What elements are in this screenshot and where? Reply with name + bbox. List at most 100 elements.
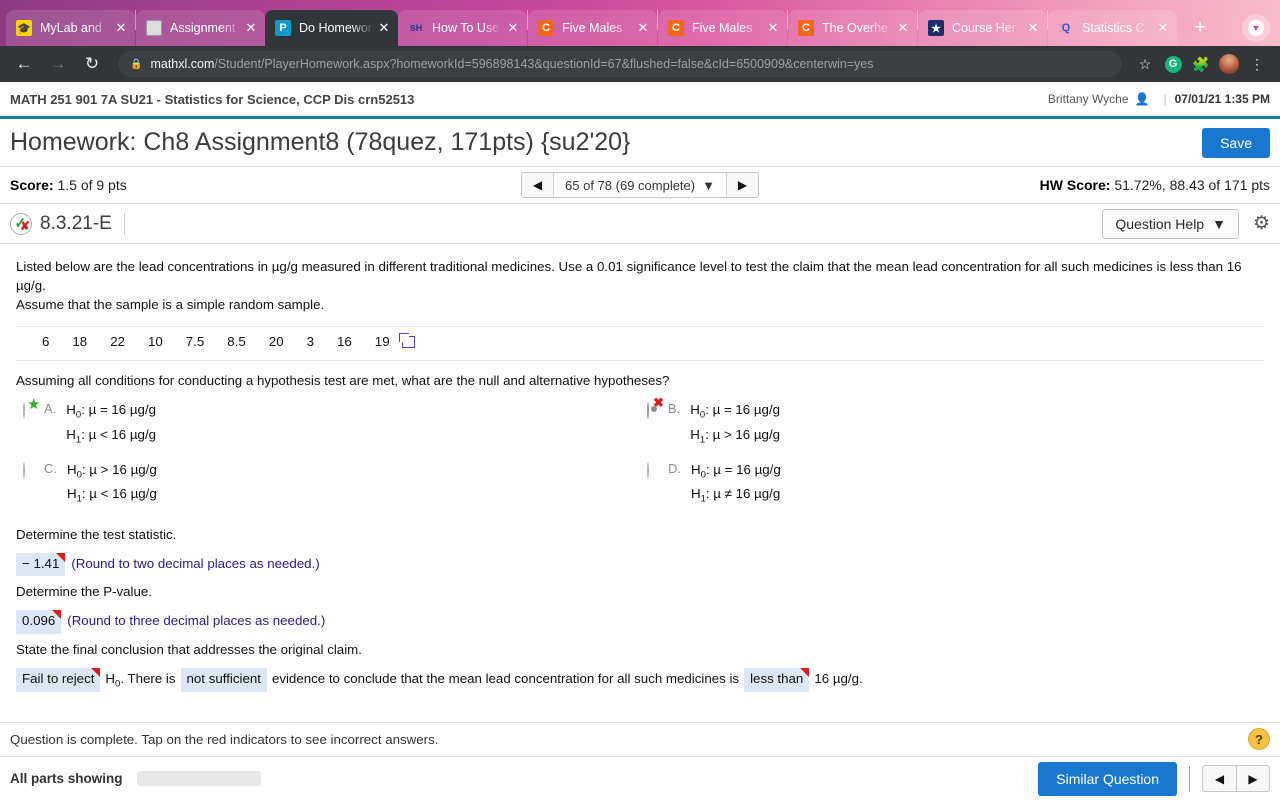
close-icon[interactable]: ✕ bbox=[635, 20, 651, 36]
previous-part-button[interactable]: ◀ bbox=[1202, 765, 1236, 792]
close-icon[interactable]: ✕ bbox=[243, 20, 259, 36]
pvalue-field[interactable]: 0.096 bbox=[16, 610, 62, 635]
data-value: 10 bbox=[148, 333, 163, 349]
pearson-p-icon: P bbox=[275, 20, 291, 36]
avatar[interactable] bbox=[1216, 51, 1242, 77]
browser-tab-mylab[interactable]: 🎓 MyLab and ✕ bbox=[6, 10, 135, 46]
help-bubble-icon[interactable]: ? bbox=[1248, 728, 1270, 750]
question-help-button[interactable]: Question Help ▼ bbox=[1102, 208, 1239, 239]
page-title: Homework: Ch8 Assignment8 (78quez, 171pt… bbox=[10, 128, 631, 156]
radio-a[interactable]: ★ bbox=[23, 397, 40, 420]
data-value: 8.5 bbox=[227, 333, 246, 349]
test-statistic-field[interactable]: − 1.41 bbox=[16, 552, 66, 577]
reload-icon[interactable]: ↻ bbox=[78, 50, 106, 78]
conclusion-label: State the final conclusion that addresse… bbox=[16, 642, 362, 658]
conclusion-blank-1[interactable]: Fail to reject bbox=[16, 668, 101, 692]
conclusion-blank-2[interactable]: not sufficient bbox=[180, 668, 267, 692]
coursehero-shield-icon: ★ bbox=[928, 20, 944, 36]
conclusion-answer-line: Fail to reject H0. There is not sufficie… bbox=[16, 668, 1264, 692]
url-host: mathxl.com bbox=[150, 57, 215, 71]
chegg-c-icon: C bbox=[668, 20, 684, 36]
homework-title-bar: Homework: Ch8 Assignment8 (78quez, 171pt… bbox=[0, 119, 1280, 167]
browser-tab-do-homework[interactable]: P Do Homework ✕ bbox=[265, 10, 398, 46]
browser-tab-how-to-use[interactable]: sH How To Use ✕ bbox=[398, 10, 527, 46]
radio-d[interactable] bbox=[647, 462, 661, 480]
null-hypothesis: H0: µ > 16 µg/g bbox=[67, 462, 157, 481]
partially-correct-icon: ✓ ✘ bbox=[10, 212, 32, 235]
close-icon[interactable]: ✕ bbox=[1025, 20, 1041, 36]
close-icon[interactable]: ✕ bbox=[1155, 20, 1171, 36]
datetime: 07/01/21 1:35 PM bbox=[1174, 92, 1270, 106]
multiple-choice-prompt: Assuming all conditions for conducting a… bbox=[16, 372, 670, 388]
close-icon[interactable]: ✕ bbox=[765, 20, 781, 36]
question-selector-dropdown[interactable]: 65 of 78 (69 complete) ▼ bbox=[553, 173, 727, 197]
tab-title: The Overhe bbox=[822, 21, 889, 35]
address-bar[interactable]: 🔒 mathxl.com/Student/PlayerHomework.aspx… bbox=[118, 51, 1122, 77]
browser-tab-course-hero[interactable]: ★ Course Her ✕ bbox=[918, 10, 1047, 46]
next-part-button[interactable]: ▶ bbox=[1236, 765, 1270, 792]
question-tools: Question Help ▼ ⚙ bbox=[1102, 208, 1270, 239]
choice-option-b[interactable]: ✖ B. H0: µ = 16 µg/g H1: µ > 16 µg/g bbox=[640, 396, 1264, 448]
tab-title: Assignment bbox=[170, 21, 236, 35]
null-hypothesis: H0: µ = 16 µg/g bbox=[690, 402, 781, 422]
choice-option-d[interactable]: D. H0: µ = 16 µg/g H1: µ ≠ 16 µg/g bbox=[640, 459, 1264, 508]
gear-icon[interactable]: ⚙ bbox=[1253, 212, 1270, 235]
data-value: 3 bbox=[306, 333, 314, 349]
choice-option-c[interactable]: C. H0: µ > 16 µg/g H1: µ < 16 µg/g bbox=[16, 459, 640, 508]
choice-letter: D. bbox=[668, 461, 681, 477]
radio-b[interactable]: ✖ bbox=[647, 396, 664, 420]
conclusion-blank-3[interactable]: less than bbox=[744, 668, 810, 692]
choice-letter: B. bbox=[668, 401, 681, 417]
chevron-down-icon: ▼ bbox=[702, 177, 715, 193]
stem-line-1: Listed below are the lead concentrations… bbox=[16, 259, 1242, 293]
data-value: 18 bbox=[72, 333, 88, 349]
url-path: /Student/PlayerHomework.aspx?homeworkId=… bbox=[214, 57, 874, 71]
extensions-puzzle-icon[interactable]: 🧩 bbox=[1188, 51, 1214, 77]
kebab-menu-icon[interactable]: ⋮ bbox=[1244, 51, 1270, 77]
user-name: Brittany Wyche bbox=[1047, 92, 1129, 106]
score-label: Score: bbox=[10, 177, 54, 193]
close-icon[interactable]: ✕ bbox=[113, 20, 129, 36]
stem-line-2: Assume that the sample is a simple rando… bbox=[16, 296, 325, 312]
grammarly-extension-icon[interactable]: G bbox=[1160, 51, 1186, 77]
profile-chip[interactable]: ▼ bbox=[1242, 14, 1270, 42]
copy-data-icon[interactable] bbox=[398, 333, 415, 349]
new-tab-button[interactable]: + bbox=[1185, 13, 1215, 43]
close-icon[interactable]: ✕ bbox=[376, 20, 392, 36]
similar-question-button[interactable]: Similar Question bbox=[1038, 761, 1177, 796]
next-question-button[interactable]: ▶ bbox=[727, 173, 758, 197]
tab-title: Five Males bbox=[692, 21, 753, 35]
back-arrow-icon[interactable]: ← bbox=[10, 50, 38, 78]
browser-tab-the-overhead[interactable]: C The Overhe ✕ bbox=[788, 10, 917, 46]
question-body: Listed below are the lead concentrations… bbox=[0, 244, 1280, 692]
null-hypothesis: H0: µ = 16 µg/g bbox=[691, 462, 781, 481]
parts-showing-label: All parts showing bbox=[10, 771, 123, 786]
pvalue-hint: (Round to three decimal places as needed… bbox=[67, 613, 326, 629]
choice-letter: C. bbox=[44, 461, 57, 477]
question-id-bar: ✓ ✘ 8.3.21-E Question Help ▼ ⚙ bbox=[0, 204, 1280, 244]
alt-hypothesis: H1: µ > 16 µg/g bbox=[690, 426, 781, 446]
forward-arrow-icon: → bbox=[49, 54, 67, 73]
score-value: 1.5 of 9 pts bbox=[57, 177, 127, 193]
person-icon[interactable]: 👤 bbox=[1135, 92, 1150, 106]
quizlet-q-icon: Q bbox=[1061, 22, 1071, 34]
browser-tab-five-males-2[interactable]: C Five Males ✕ bbox=[658, 10, 787, 46]
save-button[interactable]: Save bbox=[1202, 127, 1270, 158]
tab-title: Course Her bbox=[952, 21, 1016, 35]
tab-title: How To Use bbox=[432, 21, 500, 35]
browser-tab-statistics[interactable]: Q Statistics C ✕ bbox=[1048, 10, 1177, 46]
omnibox-bar: ← → ↻ 🔒 mathxl.com/Student/PlayerHomewor… bbox=[0, 46, 1280, 82]
hw-score-summary: HW Score: 51.72%, 88.43 of 171 pts bbox=[759, 177, 1270, 193]
choice-option-a[interactable]: ★ A. H0: µ = 16 µg/g H1: µ < 16 µg/g bbox=[16, 397, 640, 448]
previous-question-button[interactable]: ◀ bbox=[522, 173, 553, 197]
close-icon[interactable]: ✕ bbox=[895, 20, 911, 36]
progress-bar bbox=[136, 771, 261, 786]
data-values-row: 6 18 22 10 7.5 8.5 20 3 16 19 bbox=[16, 325, 1264, 361]
test-statistic-answer-line: − 1.41 (Round to two decimal places as n… bbox=[16, 552, 1264, 577]
browser-tab-five-males-1[interactable]: C Five Males ✕ bbox=[528, 10, 657, 46]
bookmark-star-icon[interactable]: ☆ bbox=[1132, 51, 1158, 77]
browser-tab-assignment[interactable]: Assignment ✕ bbox=[136, 10, 265, 46]
status-note-bar: Question is complete. Tap on the red ind… bbox=[0, 722, 1280, 756]
radio-c[interactable] bbox=[23, 462, 37, 480]
close-icon[interactable]: ✕ bbox=[505, 20, 521, 36]
